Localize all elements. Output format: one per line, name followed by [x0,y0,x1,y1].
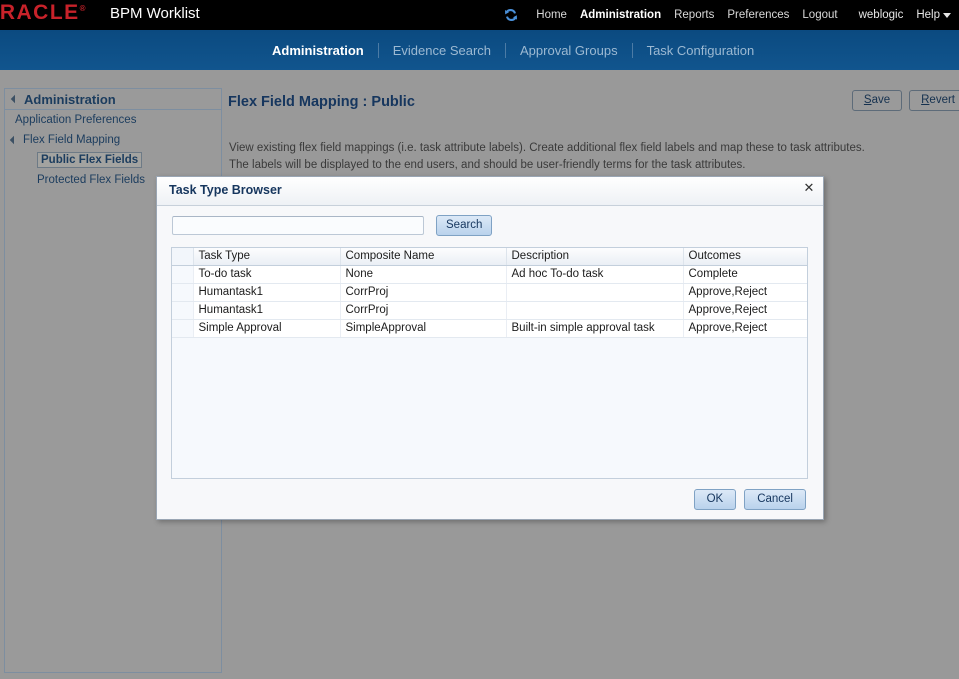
results-table: Task Type Composite Name Description Out… [172,248,807,338]
tab-evidence-search[interactable]: Evidence Search [379,43,505,58]
cell-task-type: Humantask1 [193,301,341,320]
search-row: Search [172,215,493,236]
current-user-label: weblogic [858,9,904,21]
revert-button[interactable]: Revert [909,90,959,111]
table-row[interactable]: Humantask1 CorrProj Approve,Reject [172,283,807,302]
row-selector[interactable] [172,301,194,320]
cell-task-type: To-do task [193,265,341,284]
chevron-down-icon [943,12,951,18]
row-selector[interactable] [172,283,194,302]
table-row[interactable]: To-do task None Ad hoc To-do task Comple… [172,265,807,284]
sidebar-item-label: Protected Flex Fields [37,174,146,186]
page-description-line-2: The labels will be displayed to the end … [229,159,746,171]
cell-outcomes: Approve,Reject [683,283,807,302]
column-header-outcomes[interactable]: Outcomes [683,248,807,266]
dialog-footer: OK Cancel [157,489,823,510]
cell-outcomes: Approve,Reject [683,301,807,320]
table-header-row: Task Type Composite Name Description Out… [172,248,807,266]
column-header-task-type[interactable]: Task Type [193,248,341,266]
cell-outcomes: Approve,Reject [683,319,807,338]
sidebar-item-flex-field-mapping[interactable]: Flex Field Mapping [5,130,221,150]
dialog-title: Task Type Browser [169,183,282,197]
global-nav-administration[interactable]: Administration [580,9,661,21]
global-nav-home[interactable]: Home [536,9,567,21]
collapse-triangle-icon[interactable] [10,94,20,104]
cell-composite-name: CorrProj [340,301,507,320]
cell-task-type: Humantask1 [193,283,341,302]
sidebar-item-application-preferences[interactable]: Application Preferences [5,110,221,130]
trademark-mark: ® [79,4,88,13]
page-action-buttons: Save Revert [851,90,959,111]
oracle-logo: ORACLE® [0,1,87,25]
sidebar-header[interactable]: Administration [5,89,221,110]
revert-label-rest: evert [929,94,955,106]
global-nav-logout[interactable]: Logout [802,9,837,21]
sidebar-item-public-flex-fields[interactable]: Public Flex Fields [5,150,221,170]
save-button[interactable]: Save [851,90,903,111]
cell-description: Built-in simple approval task [506,319,684,338]
help-menu[interactable]: Help [916,9,951,21]
search-button[interactable]: Search [436,215,493,236]
sub-navigation-items: Administration Evidence Search Approval … [258,42,769,58]
cancel-button[interactable]: Cancel [744,489,806,510]
task-type-browser-dialog: Task Type Browser ✕ Search Task Type Com… [156,176,824,520]
global-nav-preferences[interactable]: Preferences [727,9,789,21]
sidebar-item-label: Application Preferences [15,114,137,126]
help-menu-label: Help [916,9,940,21]
cell-composite-name: SimpleApproval [340,319,507,338]
column-header-description[interactable]: Description [506,248,684,266]
results-table-body: To-do task None Ad hoc To-do task Comple… [172,265,807,338]
column-header-composite-name[interactable]: Composite Name [340,248,507,266]
dialog-titlebar: Task Type Browser ✕ [157,177,823,206]
global-navigation: Home Administration Reports Preferences … [503,0,951,30]
sidebar-item-label: Flex Field Mapping [23,134,121,146]
global-nav-reports[interactable]: Reports [674,9,714,21]
table-row[interactable]: Simple Approval SimpleApproval Built-in … [172,319,807,338]
cell-description [506,301,684,320]
sidebar-item-label: Public Flex Fields [37,152,143,168]
page-description: View existing flex field mappings (i.e. … [229,140,865,174]
column-header-select [172,248,194,266]
sub-navigation-bar: Administration Evidence Search Approval … [0,30,959,70]
cell-description: Ad hoc To-do task [506,265,684,284]
app-title: BPM Worklist [110,5,200,22]
cell-task-type: Simple Approval [193,319,341,338]
ok-button[interactable]: OK [693,489,737,510]
tab-approval-groups[interactable]: Approval Groups [506,43,632,58]
row-selector[interactable] [172,265,194,284]
page-description-line-1: View existing flex field mappings (i.e. … [229,142,865,154]
cell-composite-name: None [340,265,507,284]
top-bar: ORACLE® BPM Worklist Home Administration… [0,0,959,30]
refresh-icon[interactable] [503,7,519,23]
cell-description [506,283,684,302]
tab-administration[interactable]: Administration [258,43,378,58]
row-selector[interactable] [172,319,194,338]
cell-outcomes: Complete [683,265,807,284]
close-icon[interactable]: ✕ [802,181,816,195]
save-mnemonic: S [863,94,872,106]
table-row[interactable]: Humantask1 CorrProj Approve,Reject [172,301,807,320]
cell-composite-name: CorrProj [340,283,507,302]
search-input[interactable] [172,216,424,235]
page-title: Flex Field Mapping : Public [228,94,415,110]
save-label-rest: ave [871,94,891,106]
task-type-results-table[interactable]: Task Type Composite Name Description Out… [171,247,808,479]
expand-triangle-icon[interactable] [9,135,19,145]
tab-task-configuration[interactable]: Task Configuration [633,43,769,58]
oracle-logo-text: ORACLE [0,1,80,24]
sidebar-header-label: Administration [24,91,116,107]
results-table-head: Task Type Composite Name Description Out… [172,248,807,266]
